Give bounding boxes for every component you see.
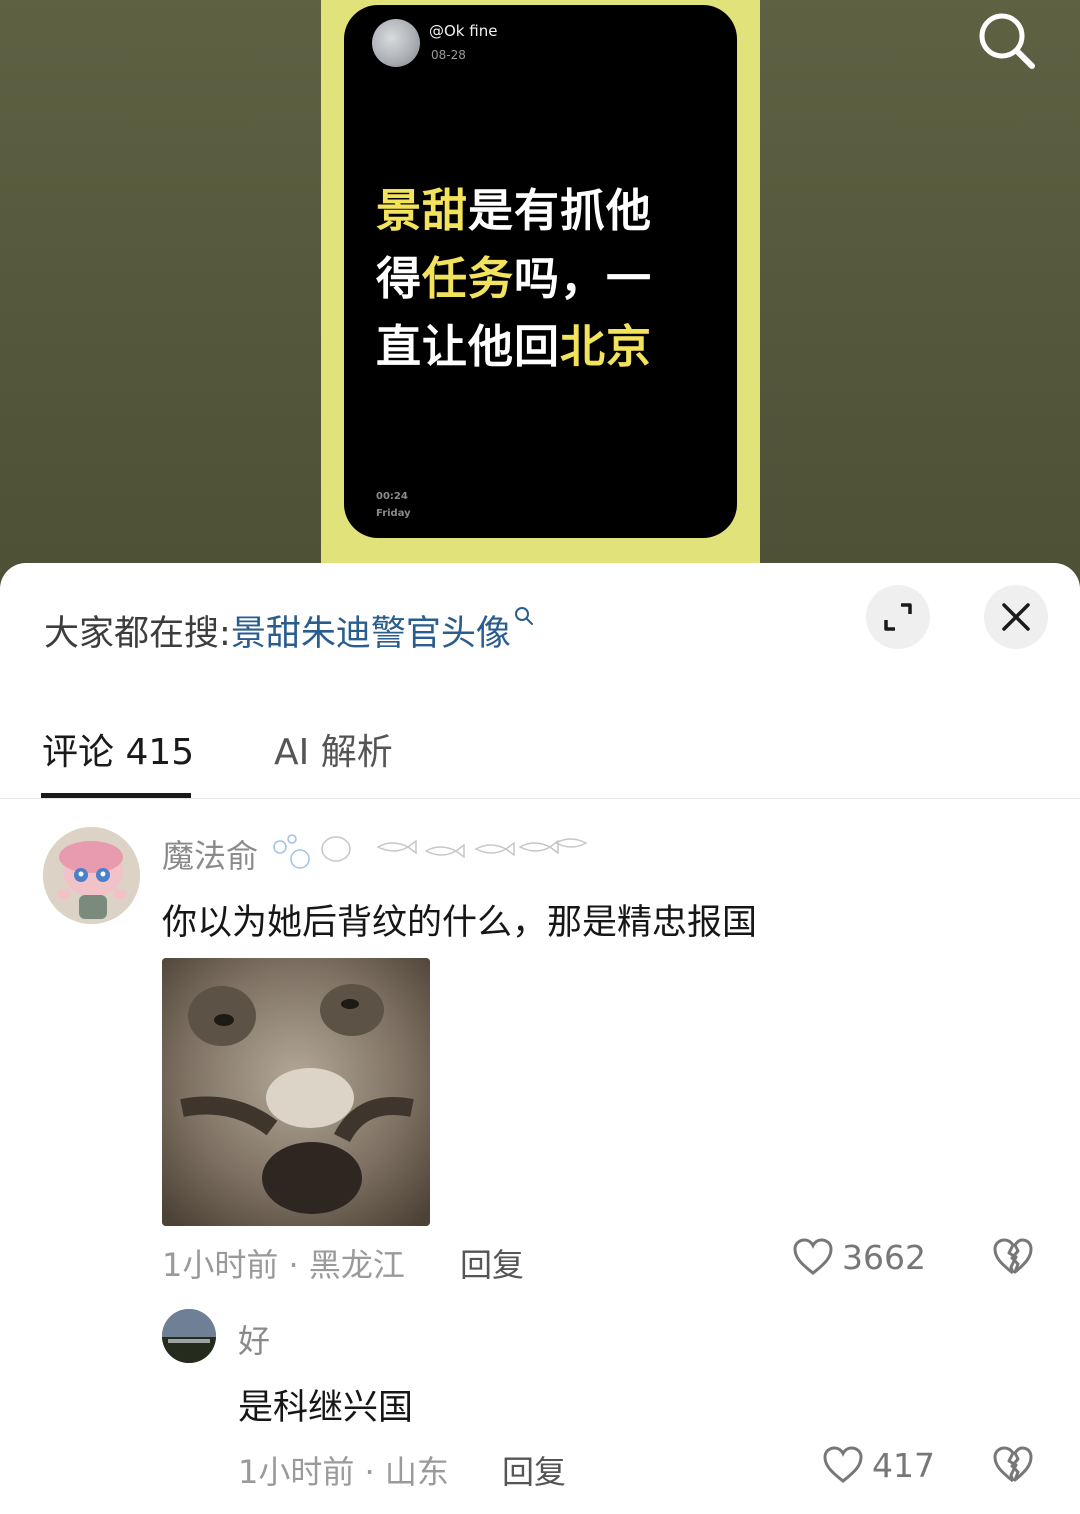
- reply-username[interactable]: 好: [238, 1316, 270, 1362]
- poster-avatar: [372, 19, 420, 67]
- poster-date: 08-28: [431, 48, 466, 62]
- divider: [0, 798, 1080, 799]
- hot-search-separator: :: [219, 614, 231, 654]
- like-count: 417: [872, 1445, 935, 1485]
- video-poster: @Ok fine 08-28 景甜是有抓他得任务吗，一直让他回北京 00:24 …: [344, 5, 737, 538]
- cat-photo: [162, 958, 430, 1226]
- comment-image[interactable]: [162, 958, 430, 1226]
- avatar-image: [43, 827, 140, 924]
- hot-search-keyword[interactable]: 景甜朱迪警官头像: [231, 614, 511, 654]
- tab-ai-analysis[interactable]: AI 解析: [274, 723, 393, 775]
- poster-time: 00:24: [376, 491, 408, 502]
- expand-button[interactable]: [866, 585, 930, 649]
- heart-icon: [823, 1446, 863, 1483]
- comment-username[interactable]: 魔法俞: [162, 831, 258, 877]
- bubble-fish-icon: [273, 834, 588, 869]
- heart-icon: [793, 1238, 833, 1275]
- poster-day: Friday: [376, 508, 411, 519]
- reply-button[interactable]: 回复: [502, 1447, 566, 1493]
- avatar[interactable]: [43, 827, 140, 924]
- broken-heart-icon: [993, 1446, 1033, 1483]
- broken-heart-icon: [993, 1238, 1033, 1275]
- like-button[interactable]: 417: [822, 1445, 935, 1485]
- expand-icon: [884, 603, 912, 631]
- avatar[interactable]: [162, 1309, 216, 1363]
- reply-button[interactable]: 回复: [460, 1240, 524, 1286]
- reply-text: 是科继兴国: [238, 1388, 414, 1428]
- like-button[interactable]: 3662: [792, 1237, 926, 1277]
- hot-search-label: 大家都在搜: [44, 614, 220, 654]
- tab-comments[interactable]: 评论 415: [42, 723, 194, 775]
- caption-highlight: 北京: [560, 320, 653, 373]
- poster-handle: @Ok fine: [429, 22, 498, 40]
- close-button[interactable]: [984, 585, 1048, 649]
- comment-meta: 1小时前 · 黑龙江: [162, 1246, 405, 1284]
- caption-highlight: 任务: [422, 252, 515, 305]
- poster-caption: 景甜是有抓他得任务吗，一直让他回北京: [376, 177, 686, 381]
- hot-search-bar[interactable]: 大家都在搜:景甜朱迪警官头像: [44, 605, 535, 656]
- dislike-button[interactable]: [991, 1445, 1035, 1489]
- caption-highlight: 景甜: [376, 184, 469, 237]
- search-button[interactable]: [972, 8, 1038, 70]
- close-icon: [1002, 603, 1030, 631]
- search-icon: [979, 13, 1035, 69]
- search-icon: [514, 607, 533, 625]
- avatar-image: [162, 1309, 216, 1363]
- dislike-button[interactable]: [991, 1237, 1035, 1281]
- reply-meta: 1小时前 · 山东: [238, 1453, 449, 1491]
- like-count: 3662: [842, 1237, 926, 1277]
- comment-text: 你以为她后背纹的什么，那是精忠报国: [162, 903, 758, 943]
- comment-sheet: 大家都在搜:景甜朱迪警官头像 评论 415 AI 解析 魔法俞 你以为她后背纹的…: [0, 563, 1080, 1514]
